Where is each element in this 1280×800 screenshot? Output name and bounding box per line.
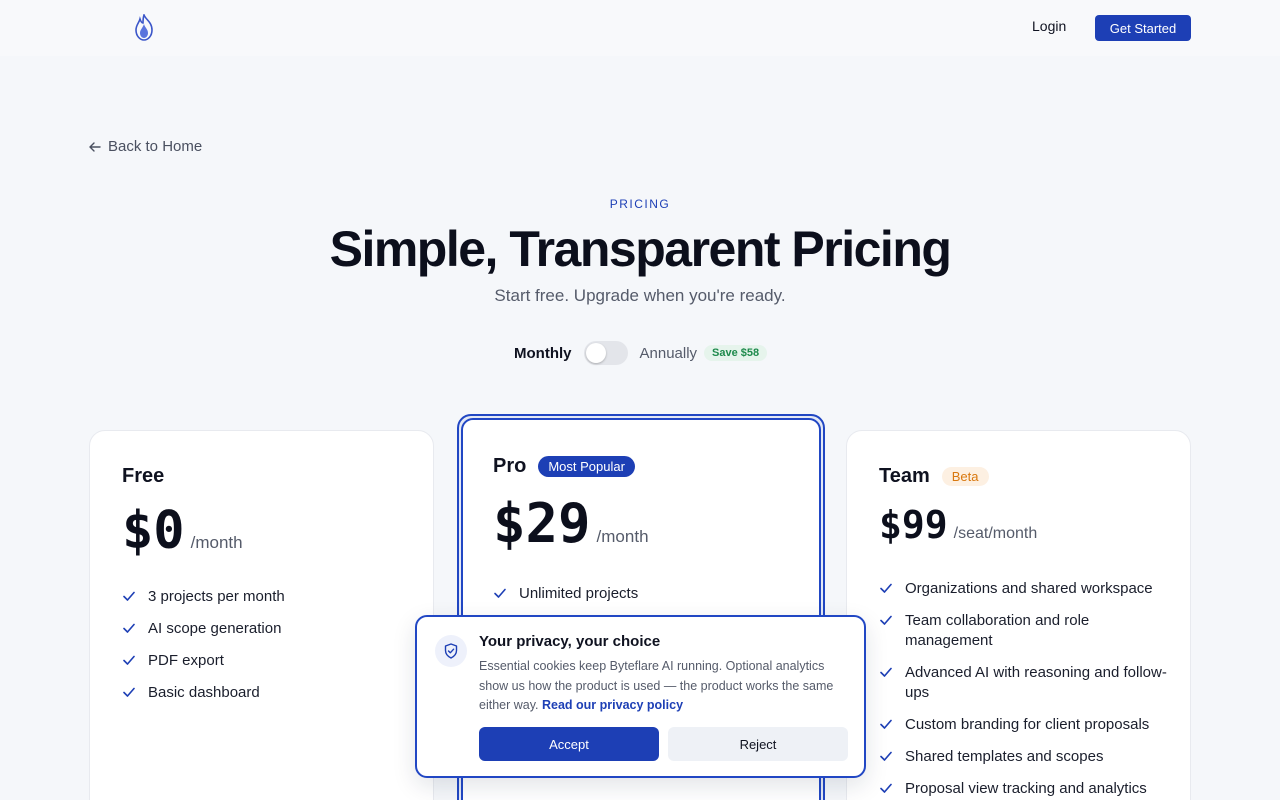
shield-check-icon — [435, 635, 467, 667]
login-button[interactable]: Login — [1032, 18, 1066, 34]
check-icon — [494, 588, 506, 598]
check-icon — [123, 623, 135, 633]
plan-card-team: Team Beta $99 /seat/month Organizations … — [846, 430, 1191, 800]
back-to-home-link[interactable]: Back to Home — [88, 138, 202, 155]
save-badge: Save $58 — [704, 345, 768, 361]
plan-period: /month — [596, 527, 649, 546]
plan-price: $29 — [493, 492, 591, 555]
arrow-left-icon — [89, 141, 101, 152]
feature-item: Unlimited projects — [493, 584, 793, 604]
cookie-consent-dialog: Your privacy, your choice Essential cook… — [415, 615, 866, 778]
plan-card-free: Free $0 /month 3 projects per month AI s… — [89, 430, 434, 800]
accept-cookies-button[interactable]: Accept — [479, 727, 659, 761]
pricing-eyebrow: PRICING — [609, 197, 671, 211]
feature-item: Advanced AI with reasoning and follow-up… — [879, 663, 1169, 703]
check-icon — [880, 719, 892, 729]
back-link-label: Back to Home — [108, 138, 203, 155]
plan-period: /month — [190, 533, 243, 552]
beta-badge: Beta — [941, 467, 989, 486]
check-icon — [880, 751, 892, 761]
feature-item: Proposal view tracking and analytics — [879, 779, 1169, 799]
check-icon — [880, 783, 892, 793]
plan-price: $0 — [122, 501, 185, 561]
privacy-policy-link[interactable]: Read our privacy policy — [542, 698, 683, 712]
cookie-title: Your privacy, your choice — [479, 633, 661, 650]
most-popular-badge: Most Popular — [538, 456, 635, 477]
check-icon — [123, 591, 135, 601]
feature-item: Custom branding for client proposals — [879, 715, 1169, 735]
check-icon — [880, 615, 892, 625]
feature-list: 3 projects per month AI scope generation… — [122, 587, 412, 715]
check-icon — [880, 583, 892, 593]
page-title: Simple, Transparent Pricing — [329, 221, 952, 277]
cookie-description: Essential cookies keep Byteflare AI runn… — [479, 659, 834, 712]
feature-item: Basic dashboard — [122, 683, 412, 703]
check-icon — [123, 687, 135, 697]
feature-item: Organizations and shared workspace — [879, 579, 1169, 599]
feature-item: Shared templates and scopes — [879, 747, 1169, 767]
plan-name: Free — [122, 465, 165, 487]
feature-item: Team collaboration and role management — [879, 611, 1169, 651]
monthly-label[interactable]: Monthly — [514, 345, 572, 362]
plan-name: Team — [879, 465, 930, 487]
get-started-button[interactable]: Get Started — [1095, 15, 1191, 41]
feature-list: Organizations and shared workspace Team … — [879, 579, 1169, 800]
toggle-knob — [585, 343, 606, 363]
billing-period-toggle[interactable] — [583, 341, 628, 365]
flame-logo-icon[interactable] — [133, 14, 155, 42]
feature-list: Unlimited projects — [493, 584, 793, 616]
top-nav: Login Get Started — [0, 0, 1280, 56]
check-icon — [880, 667, 892, 677]
annually-label[interactable]: Annually — [640, 345, 698, 362]
feature-item: PDF export — [122, 651, 412, 671]
page-subtitle: Start free. Upgrade when you're ready. — [494, 286, 786, 305]
plan-period: /seat/month — [953, 525, 1038, 542]
reject-cookies-button[interactable]: Reject — [668, 727, 848, 761]
plan-price: $99 — [879, 503, 948, 547]
check-icon — [123, 655, 135, 665]
feature-item: AI scope generation — [122, 619, 412, 639]
billing-toggle-row: Monthly Annually Save $58 — [514, 340, 768, 366]
feature-item: 3 projects per month — [122, 587, 412, 607]
plan-name: Pro — [493, 455, 527, 477]
